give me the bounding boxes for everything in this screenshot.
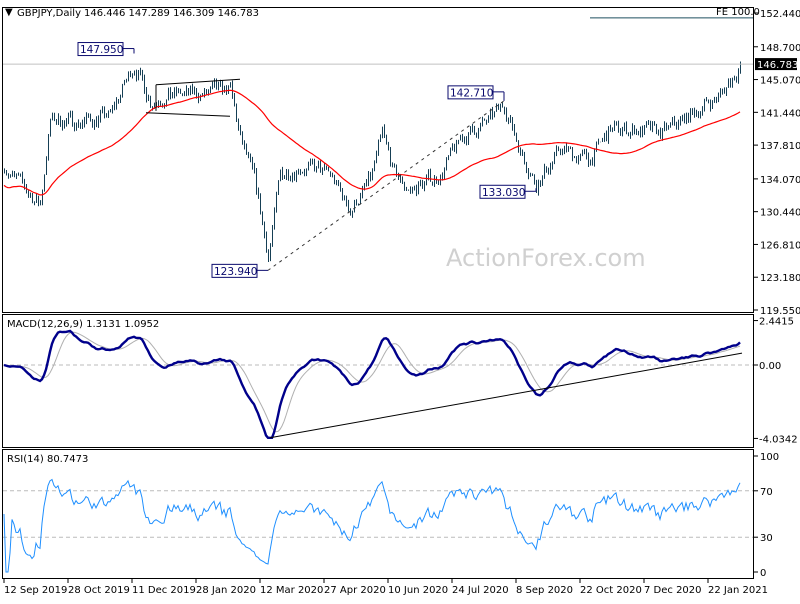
price-tick-label: 130.440 xyxy=(760,208,800,219)
current-price-label: 146.783 xyxy=(757,60,798,71)
watermark: ActionForex.com xyxy=(446,244,646,272)
x-tick-label: 8 Sep 2020 xyxy=(516,585,573,596)
x-tick-label: 22 Oct 2020 xyxy=(580,585,642,596)
x-tick-label: 11 Dec 2019 xyxy=(132,585,196,596)
price-annotation: 147.950 xyxy=(80,44,123,56)
macd-panel xyxy=(2,314,754,448)
macd-tick-label: 0.00 xyxy=(759,361,781,372)
price-annotation: 142.710 xyxy=(450,87,493,99)
price-tick-label: 148.700 xyxy=(760,43,800,54)
macd-trendline xyxy=(269,352,743,439)
x-tick-label: 10 Jun 2020 xyxy=(388,585,448,596)
rsi-tick-label: 100 xyxy=(760,452,779,463)
price-tick-label: 123.180 xyxy=(760,273,800,284)
price-tick-label: 141.440 xyxy=(760,108,800,119)
rsi-line xyxy=(3,478,741,573)
fe-level-label: FE 100.0 xyxy=(716,7,760,18)
rsi-tick-label: 0 xyxy=(760,568,766,579)
dropdown-arrow-icon[interactable]: ▼ xyxy=(5,7,13,18)
rsi-tick-label: 70 xyxy=(760,487,773,498)
price-tick-label: 134.070 xyxy=(760,175,800,186)
price-tick-label: 126.810 xyxy=(760,240,800,251)
price-tick-label: 152.440 xyxy=(760,9,800,20)
x-tick-label: 12 Mar 2020 xyxy=(260,585,323,596)
x-tick-label: 24 Jul 2020 xyxy=(452,585,509,596)
macd-tick-label: -4.0342 xyxy=(759,434,798,445)
macd-label: MACD(12,26,9) 1.3131 1.0952 xyxy=(7,319,159,330)
rsi-panel xyxy=(2,449,754,579)
x-tick-label: 22 Jan 2021 xyxy=(708,585,768,596)
x-tick-label: 7 Dec 2020 xyxy=(644,585,702,596)
macd-tick-label: 2.4415 xyxy=(759,317,794,328)
ohlc-readout: 146.446 147.289 146.309 146.783 xyxy=(84,8,259,19)
channel-lower-line xyxy=(145,112,231,117)
x-tick-label: 12 Sep 2019 xyxy=(4,585,67,596)
x-tick-label: 28 Oct 2019 xyxy=(68,585,130,596)
price-annotation: 133.030 xyxy=(482,187,525,199)
price-annotation: 123.940 xyxy=(214,266,257,278)
price-tick-label: 119.550 xyxy=(760,306,800,317)
price-tick-label: 145.070 xyxy=(760,76,800,87)
macd-signal-line xyxy=(3,331,741,433)
price-tick-label: 137.810 xyxy=(760,141,800,152)
chart-title: GBPJPY,Daily xyxy=(17,8,81,19)
chart: ActionForex.com FE 100.0 147.950 142.710 13… xyxy=(2,7,800,596)
x-tick-label: 28 Jan 2020 xyxy=(196,585,256,596)
x-tick-label: 27 Apr 2020 xyxy=(324,585,386,596)
channel-upper-line xyxy=(155,78,241,86)
rsi-tick-label: 30 xyxy=(760,533,773,544)
macd-line xyxy=(3,329,741,439)
rsi-label: RSI(14) 80.7473 xyxy=(7,454,88,465)
